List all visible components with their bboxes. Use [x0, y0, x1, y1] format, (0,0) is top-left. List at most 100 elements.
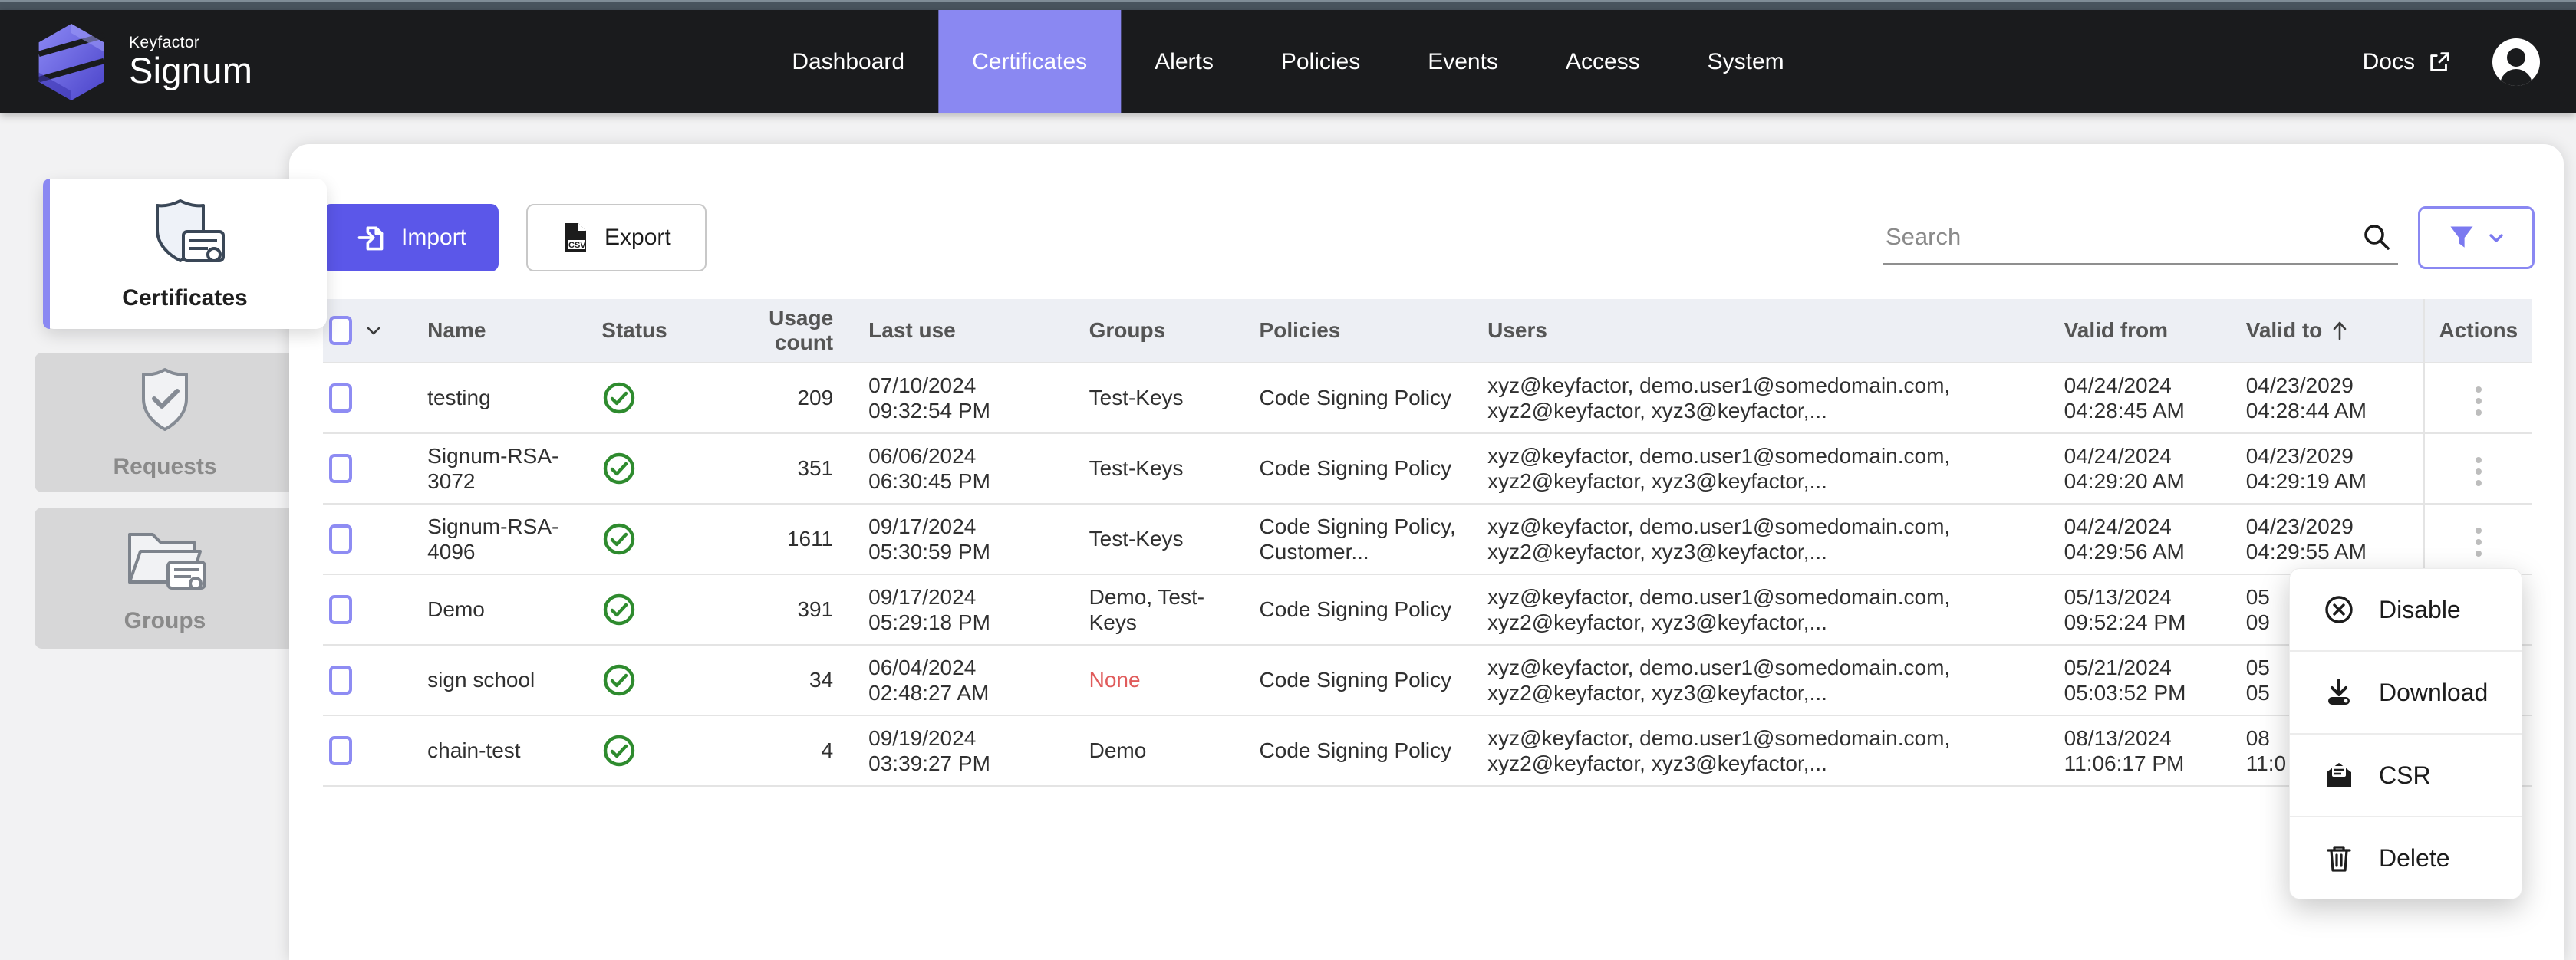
sidebar-item-certificates[interactable]: Certificates: [43, 179, 327, 329]
search-input[interactable]: [1883, 211, 2398, 265]
select-menu-chevron-icon[interactable]: [363, 320, 384, 341]
filter-button[interactable]: [2418, 206, 2535, 269]
csv-file-icon: CSV: [562, 222, 589, 254]
menu-item-csr[interactable]: CSR: [2290, 733, 2522, 816]
nav-item-system[interactable]: System: [1674, 10, 1818, 113]
keyfactor-logo-icon: [34, 21, 109, 103]
cell-valid-from: 05/21/202405:03:52 PM: [2064, 645, 2246, 715]
menu-item-label: Delete: [2379, 844, 2450, 873]
cell-groups: Demo, Test-Keys: [1089, 574, 1260, 645]
brand[interactable]: Keyfactor Signum: [0, 21, 252, 103]
menu-item-disable[interactable]: Disable: [2290, 569, 2522, 650]
row-actions-menu-button[interactable]: [2468, 520, 2489, 564]
cell-last-use: 09/17/202405:30:59 PM: [868, 504, 1089, 574]
cell-usage-count: 209: [745, 363, 868, 433]
cell-valid-to: 04/23/202904:29:19 AM: [2246, 433, 2424, 504]
disable-icon: [2322, 593, 2356, 626]
cell-groups: Test-Keys: [1089, 433, 1260, 504]
column-header-valid-from[interactable]: Valid from: [2064, 299, 2246, 363]
cell-last-use: 09/19/202403:39:27 PM: [868, 715, 1089, 786]
cell-users: xyz@keyfactor, demo.user1@somedomain.com…: [1487, 715, 2064, 786]
cell-usage-count: 4: [745, 715, 868, 786]
docs-label: Docs: [2363, 49, 2415, 75]
column-header-groups[interactable]: Groups: [1089, 299, 1260, 363]
select-all-checkbox[interactable]: [329, 316, 352, 345]
status-valid-icon: [601, 733, 745, 768]
external-link-icon: [2427, 50, 2452, 74]
search-icon[interactable]: [2360, 220, 2393, 254]
cell-status: [601, 433, 745, 504]
sort-asc-arrow-icon: [2330, 319, 2350, 342]
row-checkbox[interactable]: [329, 666, 352, 695]
row-actions-menu-button[interactable]: [2468, 449, 2489, 494]
row-checkbox[interactable]: [329, 454, 352, 483]
column-header-policies[interactable]: Policies: [1260, 299, 1488, 363]
nav-item-policies[interactable]: Policies: [1247, 10, 1394, 113]
sidebar-item-requests[interactable]: Requests: [35, 353, 295, 492]
svg-text:CSV: CSV: [568, 241, 586, 250]
shield-check-icon: [130, 365, 200, 439]
status-valid-icon: [601, 662, 745, 698]
cell-valid-from: 08/13/202411:06:17 PM: [2064, 715, 2246, 786]
chevron-down-icon: [2486, 228, 2506, 248]
cell-name: Signum-RSA-4096: [427, 504, 601, 574]
status-valid-icon: [601, 451, 745, 486]
column-header-last-use[interactable]: Last use: [868, 299, 1089, 363]
status-valid-icon: [601, 380, 745, 416]
nav-item-dashboard[interactable]: Dashboard: [758, 10, 938, 113]
menu-item-delete[interactable]: Delete: [2290, 816, 2522, 899]
row-checkbox[interactable]: [329, 595, 352, 624]
sidebar-item-label: Certificates: [122, 285, 247, 311]
sidebar-item-groups[interactable]: Groups: [35, 508, 295, 649]
import-button[interactable]: Import: [323, 204, 499, 271]
download-icon: [2322, 676, 2356, 709]
cell-users: xyz@keyfactor, demo.user1@somedomain.com…: [1487, 433, 2064, 504]
cell-valid-to: 04/23/202904:28:44 AM: [2246, 363, 2424, 433]
cell-groups: None: [1089, 645, 1260, 715]
column-header-name[interactable]: Name: [427, 299, 601, 363]
browser-top-strip: [0, 0, 2576, 10]
table-row: testing 209 07/10/202409:32:54 PM Test-K…: [323, 363, 2532, 433]
cell-valid-from: 04/24/202404:28:45 AM: [2064, 363, 2246, 433]
row-actions-context-menu: Disable Download CSR: [2289, 568, 2522, 899]
table-row: Demo 391 09/17/202405:29:18 PM Demo, Tes…: [323, 574, 2532, 645]
column-header-usage-count[interactable]: Usage count: [745, 299, 868, 363]
export-label: Export: [604, 225, 671, 251]
docs-link[interactable]: Docs: [2363, 49, 2452, 75]
column-header-valid-to[interactable]: Valid to: [2246, 299, 2424, 363]
cell-last-use: 09/17/202405:29:18 PM: [868, 574, 1089, 645]
cell-actions: [2424, 363, 2532, 433]
row-checkbox[interactable]: [329, 524, 352, 554]
certificates-table: Name Status Usage count Last use Groups …: [323, 299, 2535, 787]
cell-name: chain-test: [427, 715, 601, 786]
cell-status: [601, 363, 745, 433]
brand-keyfactor: Keyfactor: [129, 35, 252, 51]
nav-item-access[interactable]: Access: [1532, 10, 1674, 113]
user-avatar[interactable]: [2492, 38, 2541, 87]
export-button[interactable]: CSV Export: [526, 204, 707, 271]
column-header-users[interactable]: Users: [1487, 299, 2064, 363]
column-header-actions: Actions: [2424, 299, 2532, 363]
row-checkbox[interactable]: [329, 736, 352, 765]
folder-certificate-icon: [120, 522, 209, 593]
row-checkbox[interactable]: [329, 383, 352, 413]
row-actions-menu-button[interactable]: [2468, 379, 2489, 423]
cell-groups: Demo: [1089, 715, 1260, 786]
cell-actions: [2424, 504, 2532, 574]
nav-item-alerts[interactable]: Alerts: [1121, 10, 1247, 113]
cell-last-use: 06/06/202406:30:45 PM: [868, 433, 1089, 504]
cell-groups: Test-Keys: [1089, 363, 1260, 433]
nav-item-certificates[interactable]: Certificates: [938, 10, 1121, 113]
cell-policies: Code Signing Policy: [1260, 645, 1488, 715]
cell-users: xyz@keyfactor, demo.user1@somedomain.com…: [1487, 645, 2064, 715]
cell-policies: Code Signing Policy: [1260, 574, 1488, 645]
menu-item-download[interactable]: Download: [2290, 650, 2522, 733]
cell-users: xyz@keyfactor, demo.user1@somedomain.com…: [1487, 574, 2064, 645]
column-header-status[interactable]: Status: [601, 299, 745, 363]
cell-status: [601, 504, 745, 574]
cell-status: [601, 715, 745, 786]
nav-item-events[interactable]: Events: [1394, 10, 1532, 113]
shield-certificate-icon: [140, 196, 229, 270]
cell-status: [601, 645, 745, 715]
sidebar-item-label: Requests: [113, 454, 216, 480]
